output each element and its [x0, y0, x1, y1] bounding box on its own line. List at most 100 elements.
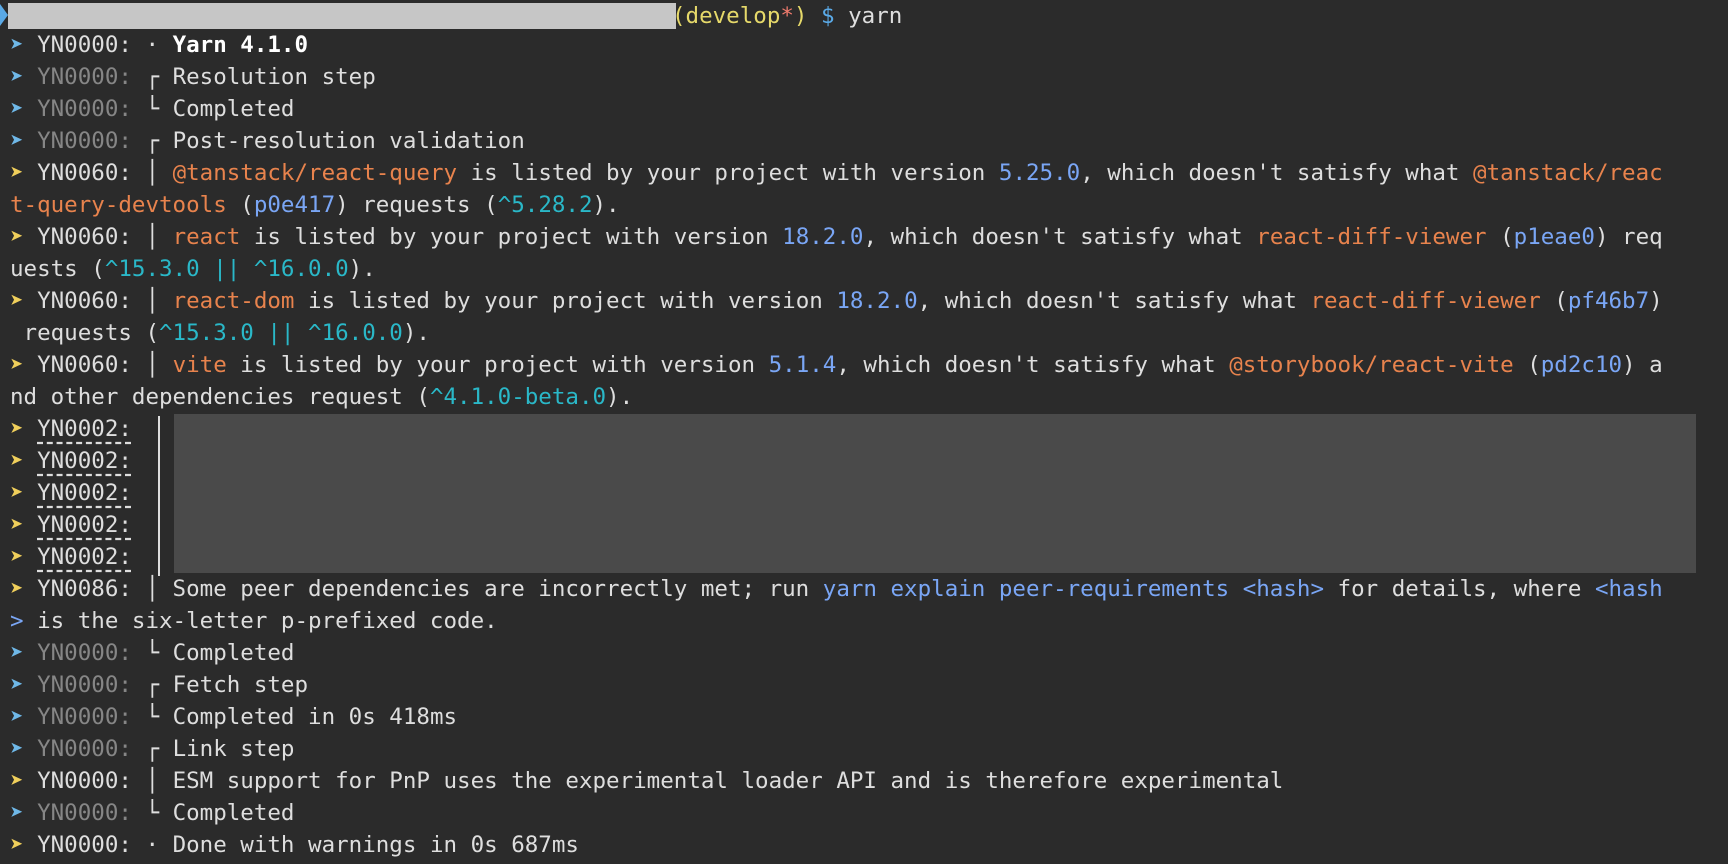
log-text: ( [1540, 288, 1568, 314]
log-line: ➤ YN0000: └ Completed in 0s 418ms [0, 701, 457, 733]
log-code: YN0086: [37, 576, 132, 602]
warning-arrow-icon: ➤ [10, 160, 24, 186]
log-text: , which doesn't satisfy what [863, 224, 1257, 250]
prompt-marker-icon [0, 4, 8, 26]
warning-arrow-icon: ➤ [10, 576, 24, 602]
prompt-symbol: $ [821, 3, 835, 29]
log-line: ➤ YN0002: [0, 413, 132, 445]
tree-glyph: ┌ [145, 64, 160, 90]
tree-glyph: └ [145, 800, 160, 826]
terminal-window[interactable]: (develop*) $ yarn ➤ YN0000: · Yarn 4.1.0… [0, 0, 1728, 864]
package-name: @tanstack/reac [1473, 160, 1663, 186]
info-arrow-icon: ➤ [10, 736, 24, 762]
log-text: Completed in 0s 418ms [172, 704, 458, 730]
log-line: ➤ YN0002: [0, 445, 132, 477]
log-code: YN0000: [37, 672, 132, 698]
log-text: ) [1649, 288, 1663, 314]
log-code: YN0060: [37, 352, 132, 378]
prompt-line: (develop*) $ yarn [672, 0, 902, 32]
version-range: ^15.3.0 || ^16.0.0 [159, 320, 403, 346]
warning-arrow-icon: ➤ [10, 480, 24, 506]
tree-glyph: │ [145, 224, 160, 250]
log-code: YN0000: [37, 128, 132, 154]
tree-vertical-bar [158, 416, 160, 576]
log-line: ➤ YN0000: └ Completed [0, 797, 294, 829]
git-dirty-marker: * [780, 3, 794, 29]
log-text: Yarn 4.1.0 [172, 32, 309, 58]
log-text: ). [402, 320, 430, 346]
log-line: ➤ YN0000: ┌ Post-resolution validation [0, 125, 525, 157]
tree-glyph: │ [145, 352, 160, 378]
log-text: uests ( [10, 256, 105, 282]
log-text: ). [348, 256, 376, 282]
log-code-link[interactable]: YN0002: [37, 509, 132, 541]
log-line: ➤ YN0000: · Yarn 4.1.0 [0, 29, 308, 61]
package-name: t-query-devtools [10, 192, 227, 218]
package-hash: pd2c10 [1540, 352, 1623, 378]
log-code-link[interactable]: YN0002: [37, 541, 132, 573]
tree-glyph: └ [145, 704, 160, 730]
hash-placeholder: <hash [1594, 576, 1663, 602]
log-line: ➤ YN0000: │ ESM support for PnP uses the… [0, 765, 1283, 797]
log-text: Link step [172, 736, 295, 762]
tree-glyph: ┌ [145, 672, 160, 698]
redacted-path-bar [8, 3, 676, 29]
package-name: react [172, 224, 241, 250]
log-text: Some peer dependencies are incorrectly m… [159, 576, 823, 602]
package-name: react-dom [172, 288, 295, 314]
warning-arrow-icon: ➤ [10, 832, 24, 858]
log-code-link[interactable]: YN0002: [37, 477, 132, 509]
warning-line: ➤ YN0060: │ react-dom is listed by your … [0, 285, 1663, 317]
log-text: ). [592, 192, 620, 218]
version: 18.2.0 [782, 224, 864, 250]
version: 5.1.4 [768, 352, 837, 378]
log-text: ) a [1622, 352, 1663, 378]
log-text: ESM support for PnP uses the experimenta… [172, 768, 1284, 794]
log-text: , which doesn't satisfy what [1080, 160, 1474, 186]
log-text: Completed [172, 800, 295, 826]
package-name: @storybook/react-vite [1229, 352, 1514, 378]
version: 18.2.0 [836, 288, 918, 314]
tree-glyph: · [145, 32, 160, 58]
log-code: YN0000: [37, 736, 132, 762]
info-arrow-icon: ➤ [10, 704, 24, 730]
tree-glyph: │ [145, 288, 160, 314]
package-name: @tanstack/react-query [172, 160, 458, 186]
log-code: YN0000: [37, 832, 132, 858]
version-range: ^5.28.2 [497, 192, 593, 218]
typed-command: yarn [848, 3, 903, 29]
info-arrow-icon: ➤ [10, 32, 24, 58]
log-code-link[interactable]: YN0002: [37, 445, 132, 477]
package-name: react-diff-viewer [1310, 288, 1541, 314]
log-code: YN0000: [37, 800, 132, 826]
redacted-content-box [174, 414, 1696, 573]
warning-line: ➤ YN0086: │ Some peer dependencies are i… [0, 573, 1663, 605]
warning-arrow-icon: ➤ [10, 288, 24, 314]
tree-glyph: │ [145, 160, 160, 186]
log-text: Completed [172, 640, 295, 666]
package-name: vite [172, 352, 227, 378]
version-range: ^15.3.0 || ^16.0.0 [104, 256, 349, 282]
log-code-link[interactable]: YN0002: [37, 413, 132, 445]
suggested-command: yarn explain peer-requirements <hash> [822, 576, 1324, 602]
warning-line-continuation: t-query-devtools (p0e417) requests (^5.2… [0, 189, 620, 221]
log-code: YN0000: [37, 640, 132, 666]
info-arrow-icon: ➤ [10, 672, 24, 698]
info-arrow-icon: ➤ [10, 96, 24, 122]
tree-glyph: └ [145, 96, 160, 122]
log-code: YN0060: [37, 160, 132, 186]
git-branch: (develop [672, 3, 781, 29]
log-line: ➤ YN0002: [0, 509, 132, 541]
package-name: react-diff-viewer [1256, 224, 1487, 250]
log-code: YN0000: [37, 96, 132, 122]
log-line: ➤ YN0002: [0, 477, 132, 509]
warning-arrow-icon: ➤ [10, 224, 24, 250]
log-line: ➤ YN0000: ┌ Resolution step [0, 61, 376, 93]
log-line: ➤ YN0000: └ Completed [0, 93, 294, 125]
log-text: ( [1486, 224, 1514, 250]
warning-line-continuation: requests (^15.3.0 || ^16.0.0). [0, 317, 430, 349]
warning-arrow-icon: ➤ [10, 416, 24, 442]
log-text: is the six-letter p-prefixed code. [23, 608, 498, 634]
log-text: Post-resolution validation [172, 128, 525, 154]
log-text: nd other dependencies request ( [10, 384, 430, 410]
